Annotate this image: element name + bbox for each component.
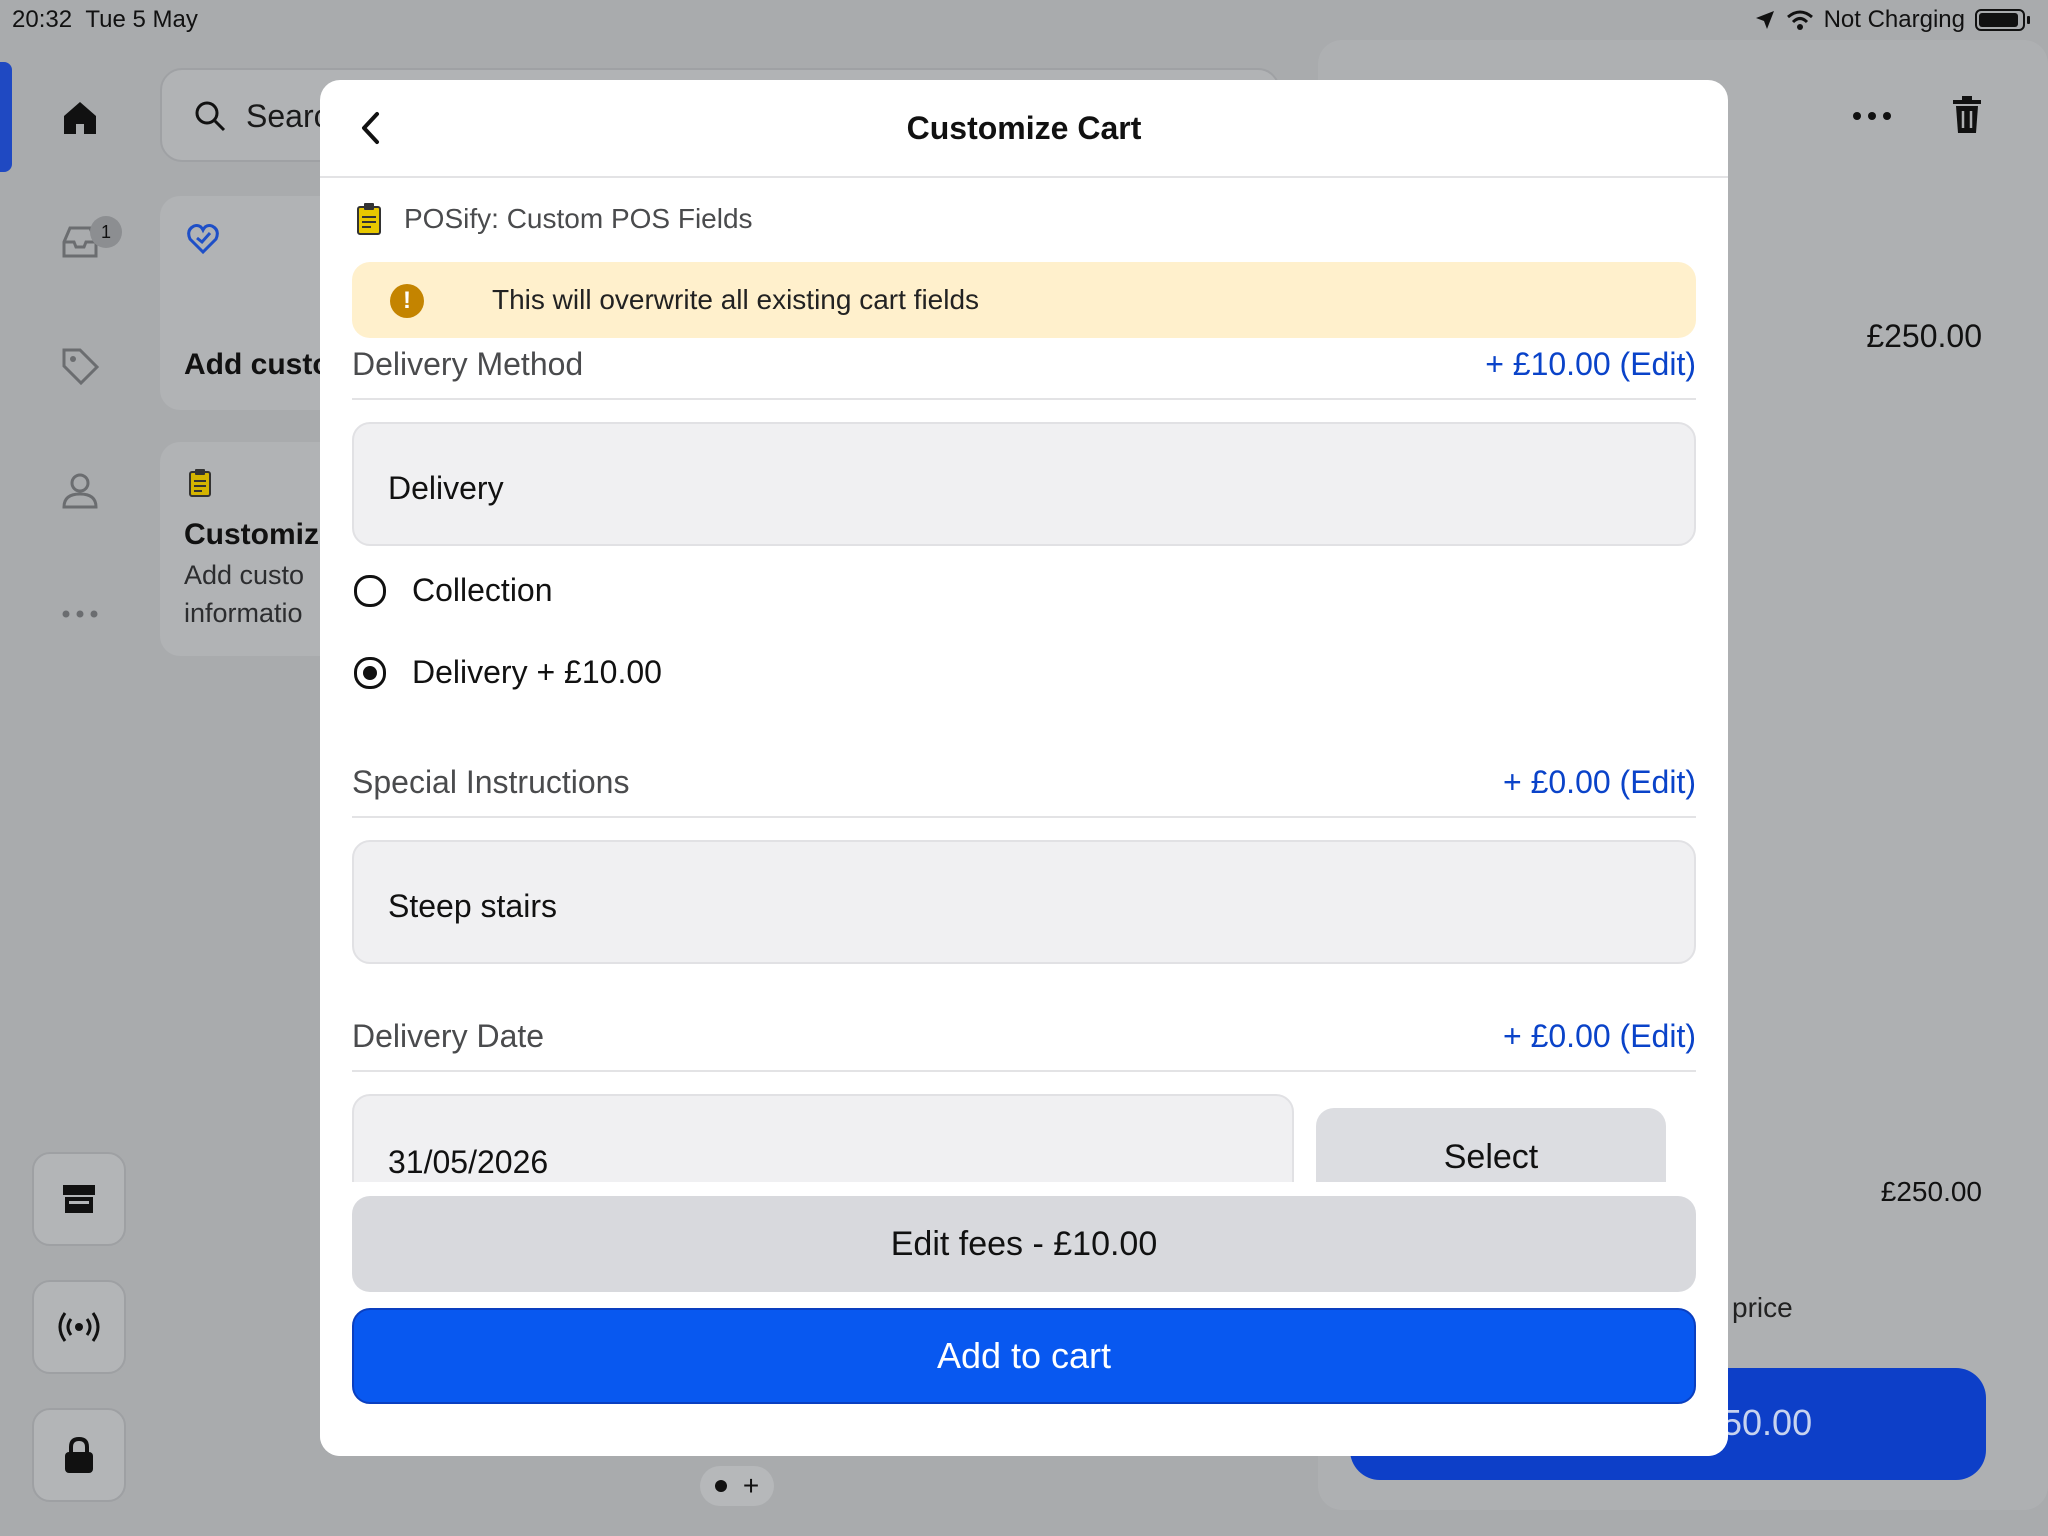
card-subtitle: informatio xyxy=(184,598,303,628)
wifi-icon xyxy=(1786,10,1813,30)
warning-banner: ! This will overwrite all existing cart … xyxy=(352,262,1696,338)
app-name: POSify: Custom POS Fields xyxy=(404,203,753,234)
date: Tue 5 May xyxy=(85,6,198,33)
section-label: Special Instructions xyxy=(352,764,630,800)
card-subtitle: Add custo xyxy=(184,560,305,590)
price-label: price xyxy=(1732,1292,1793,1323)
lock-button[interactable] xyxy=(32,1408,126,1502)
special-instructions-header: Special Instructions + £0.00 (Edit) xyxy=(352,764,1696,818)
card-title: Add custo xyxy=(184,348,331,381)
warning-text: This will overwrite all existing cart fi… xyxy=(492,284,980,315)
radio-selected-icon xyxy=(354,656,386,689)
clipboard-icon xyxy=(357,203,381,235)
checkout-button-text: 50.00 xyxy=(1722,1402,1813,1443)
nav-active-indicator xyxy=(0,62,12,172)
card-title: Customiz xyxy=(184,518,319,551)
status-time: 20:32 Tue 5 May xyxy=(12,6,198,34)
add-page-icon: + xyxy=(742,1470,760,1501)
section-label: Delivery Method xyxy=(352,346,584,382)
battery-tip xyxy=(2027,16,2030,24)
customer-tag-icon xyxy=(187,224,219,255)
radio-label: Collection xyxy=(412,572,553,608)
clipboard-icon xyxy=(189,469,211,497)
radio-label: Delivery + £10.00 xyxy=(412,654,662,690)
edit-fee-link[interactable]: + £10.00 (Edit) xyxy=(1485,346,1696,383)
search-icon xyxy=(195,101,226,132)
edit-fee-link[interactable]: + £0.00 (Edit) xyxy=(1503,1018,1696,1055)
trash-icon[interactable] xyxy=(1952,96,1982,134)
field-value: Delivery xyxy=(388,470,504,506)
tag-icon[interactable] xyxy=(54,340,106,392)
edit-fees-button[interactable]: Edit fees - £10.00 xyxy=(352,1196,1696,1292)
broadcast-button[interactable] xyxy=(32,1280,126,1374)
status-bar: 20:32 Tue 5 May Not Charging xyxy=(0,0,2048,40)
customize-cart-modal: Customize Cart POSify: Custom POS Fields… xyxy=(320,80,1728,1456)
status-right: Not Charging xyxy=(1754,6,2030,34)
exclamation-icon: ! xyxy=(390,284,424,318)
delivery-method-field[interactable]: Delivery xyxy=(352,422,1696,546)
modal-header: Customize Cart xyxy=(320,80,1728,178)
clock: 20:32 xyxy=(12,6,73,33)
modal-footer: Edit fees - £10.00 Add to cart xyxy=(320,1182,1728,1456)
battery-status-text: Not Charging xyxy=(1823,6,1965,33)
app-source-row: POSify: Custom POS Fields xyxy=(356,202,753,236)
location-icon xyxy=(1755,11,1774,29)
modal-title: Customize Cart xyxy=(906,110,1142,146)
more-icon[interactable] xyxy=(54,588,106,640)
cart-item-price: £250.00 xyxy=(1866,318,1982,354)
lock-icon xyxy=(65,1436,93,1473)
field-value: 31/05/2026 xyxy=(388,1144,549,1180)
store-button[interactable] xyxy=(32,1152,126,1246)
person-icon[interactable] xyxy=(54,464,106,516)
edit-fee-link[interactable]: + £0.00 (Edit) xyxy=(1503,764,1696,801)
ellipsis-icon[interactable] xyxy=(1852,110,1892,122)
page-dot xyxy=(714,1480,727,1492)
battery-icon xyxy=(1975,9,2025,31)
broadcast-icon xyxy=(58,1312,100,1342)
cart-subtotal: £250.00 xyxy=(1880,1176,1982,1207)
inbox-badge: 1 xyxy=(90,216,122,248)
add-to-cart-button[interactable]: Add to cart xyxy=(352,1308,1696,1404)
search-placeholder: Searc xyxy=(246,98,330,134)
special-instructions-field[interactable]: Steep stairs xyxy=(352,840,1696,964)
field-value: Steep stairs xyxy=(388,888,557,924)
radio-unselected-icon xyxy=(354,574,386,607)
radio-option-collection[interactable]: Collection xyxy=(354,572,553,609)
store-icon xyxy=(63,1185,95,1213)
delivery-date-header: Delivery Date + £0.00 (Edit) xyxy=(352,1018,1696,1072)
delivery-method-header: Delivery Method + £10.00 (Edit) xyxy=(352,346,1696,400)
home-icon[interactable] xyxy=(54,92,106,144)
page-indicator[interactable]: + xyxy=(700,1466,774,1506)
section-label: Delivery Date xyxy=(352,1018,545,1054)
radio-option-delivery[interactable]: Delivery + £10.00 xyxy=(354,654,662,691)
